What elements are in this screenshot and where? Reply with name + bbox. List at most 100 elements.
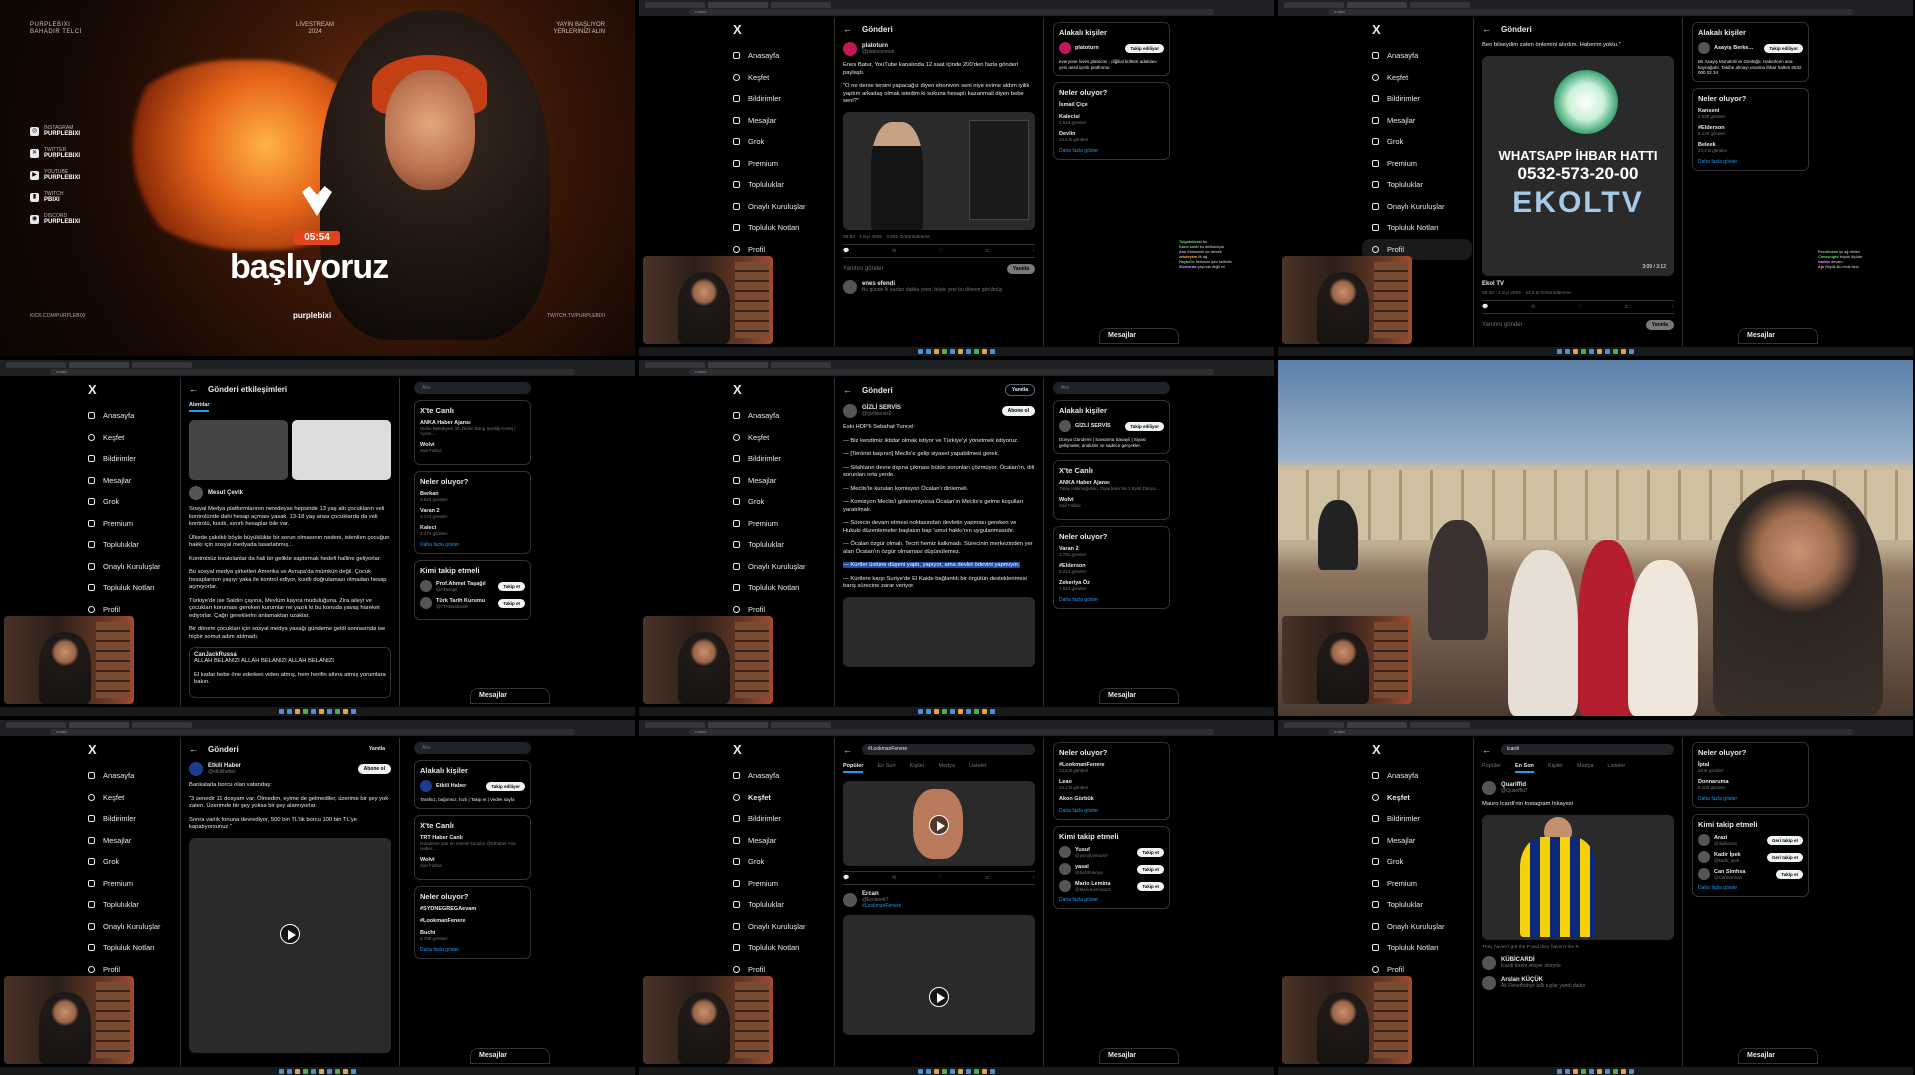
nav-community-notes[interactable]: Topluluk Notları <box>723 217 833 239</box>
follow-button[interactable]: Takip et <box>1137 881 1164 891</box>
nav-messages[interactable]: Mesajlar <box>723 830 833 852</box>
following-button[interactable]: Takip ediliyor <box>486 781 525 791</box>
nav-grok[interactable]: Grok <box>723 131 833 153</box>
suggested-account[interactable]: Prof.Ahmet Taşağıl @ATasagil Takip et <box>420 580 525 592</box>
nav-verified-orgs[interactable]: Onaylı Kuruluşlar <box>78 556 188 578</box>
following-button[interactable]: Takip ediliyor <box>1125 421 1164 431</box>
back-arrow-icon[interactable]: ← <box>189 384 198 394</box>
search-input[interactable]: Ara <box>414 742 531 754</box>
search-input[interactable]: Ara <box>1053 382 1170 394</box>
nav-home[interactable]: Anasayfa <box>78 765 188 787</box>
show-more-link[interactable]: Daha fazla göster <box>1698 796 1803 802</box>
tab-latest[interactable]: En Son <box>877 763 895 773</box>
reply-item[interactable]: enes efendi Bu günde ki yazları dakka yet… <box>843 279 1035 294</box>
nav-home[interactable]: Anasayfa <box>1362 45 1472 67</box>
avatar[interactable] <box>1482 975 1496 990</box>
repost-icon[interactable]: ⟲ <box>892 248 896 254</box>
bookmark-icon[interactable]: ⊏ <box>986 875 990 881</box>
nav-verified-orgs[interactable]: Onaylı Kuruluşlar <box>723 556 833 578</box>
nav-premium[interactable]: Premium <box>1362 153 1472 175</box>
play-icon[interactable] <box>280 923 300 944</box>
post-author[interactable]: GİZLİ SERVİS @gizliservis0 Abone ol <box>843 404 1035 418</box>
reply-composer[interactable]: Yanıtını gönder Yanıtla <box>1482 314 1674 336</box>
trend-item[interactable]: Kalecisi 2.519 gönderi <box>1059 114 1164 125</box>
nav-premium[interactable]: Premium <box>723 153 833 175</box>
tab-people[interactable]: Kişiler <box>1548 763 1563 773</box>
like-icon[interactable]: ♡ <box>939 248 943 254</box>
reply-button[interactable]: Yanıtla <box>363 744 391 754</box>
trend-item[interactable]: #Elderson 6.214 gönderi <box>1059 563 1164 574</box>
show-more-link[interactable]: Daha fazla göster <box>1059 148 1164 154</box>
avatar[interactable] <box>843 893 857 907</box>
nav-grok[interactable]: Grok <box>1362 851 1472 873</box>
nav-community-notes[interactable]: Topluluk Notları <box>1362 937 1472 959</box>
show-more-link[interactable]: Daha fazla göster <box>420 947 525 953</box>
avatar[interactable] <box>843 279 857 294</box>
nav-community-notes[interactable]: Topluluk Notları <box>723 577 833 599</box>
live-item[interactable]: Wolvi Sait Futbol <box>420 442 525 453</box>
nav-premium[interactable]: Premium <box>78 513 188 535</box>
nav-home[interactable]: Anasayfa <box>723 405 833 427</box>
subscribe-button[interactable]: Abone ol <box>357 764 391 774</box>
x-logo-icon[interactable]: X <box>88 382 188 397</box>
nav-notifications[interactable]: Bildirimler <box>1362 88 1472 110</box>
reply-icon[interactable]: 💬 <box>843 875 849 881</box>
trend-item[interactable]: Kanseni 2.026 gönderi <box>1698 108 1803 119</box>
relevant-person[interactable]: platoturn Takip ediliyor <box>1059 42 1164 54</box>
avatar[interactable] <box>1059 42 1071 54</box>
quoted-post[interactable]: CanJackRussa ALLAH BELANIZI ALLAH BELANI… <box>189 647 391 698</box>
x-logo-icon[interactable]: X <box>733 742 833 757</box>
back-arrow-icon[interactable]: ← <box>843 24 852 34</box>
nav-messages[interactable]: Mesajlar <box>1362 110 1472 132</box>
nav-communities[interactable]: Topluluklar <box>78 534 188 556</box>
follow-button[interactable]: Takip et <box>1137 864 1164 874</box>
post-author[interactable]: Etkili Haber @etkilihaber Abone ol <box>189 762 391 776</box>
selected-text[interactable]: — Kürtler üstüne düşeni yaptı, yapıyor, … <box>843 562 1020 568</box>
follow-button[interactable]: Takip et <box>1137 847 1164 857</box>
nav-messages[interactable]: Mesajlar <box>723 110 833 132</box>
show-more-link[interactable]: Daha fazla göster <box>1059 597 1164 603</box>
avatar[interactable] <box>420 580 432 592</box>
nav-grok[interactable]: Grok <box>723 851 833 873</box>
post-author[interactable]: Quariffid @Quariffid7 <box>1482 781 1674 795</box>
follow-back-button[interactable]: Geri takip et <box>1766 835 1803 845</box>
trend-item[interactable]: Varan 2 3.781 gönderi <box>1059 546 1164 557</box>
search-input[interactable]: icardi <box>1501 744 1674 755</box>
share-icon[interactable]: ↑ <box>1672 304 1675 310</box>
avatar[interactable] <box>420 597 432 609</box>
post-author[interactable]: KÜBİCARDİ İcardi toreni eikiyer storyde <box>1482 955 1674 970</box>
nav-verified-orgs[interactable]: Onaylı Kuruluşlar <box>1362 916 1472 938</box>
post-author[interactable]: Arslan KÜÇÜK Ak Fenerbahçe adlı tuşlar ya… <box>1482 975 1674 990</box>
repost-icon[interactable]: ⟲ <box>892 875 896 881</box>
nav-messages[interactable]: Mesajlar <box>723 470 833 492</box>
bookmark-icon[interactable]: ⊏ <box>986 248 990 254</box>
relevant-person[interactable]: Asayiş Berke... Takip ediliyor <box>1698 42 1803 54</box>
avatar[interactable] <box>1059 420 1071 432</box>
nav-messages[interactable]: Mesajlar <box>78 830 188 852</box>
suggested-account[interactable]: Türk Tarih Kurumu @TTKBaskanlik Takip et <box>420 597 525 609</box>
post-author[interactable]: platoturn @platocomedi <box>843 42 1035 56</box>
nav-notifications[interactable]: Bildirimler <box>723 88 833 110</box>
nav-grok[interactable]: Grok <box>78 851 188 873</box>
avatar[interactable] <box>1059 880 1071 892</box>
x-logo-icon[interactable]: X <box>88 742 188 757</box>
tab-popular[interactable]: Popüler <box>1482 763 1501 773</box>
like-icon[interactable]: ♡ <box>939 875 943 881</box>
messages-drawer[interactable]: Mesajlar <box>470 688 550 704</box>
nav-messages[interactable]: Mesajlar <box>1362 830 1472 852</box>
nav-communities[interactable]: Topluluklar <box>1362 894 1472 916</box>
messages-drawer[interactable]: Mesajlar <box>470 1048 550 1064</box>
nav-communities[interactable]: Topluluklar <box>1362 174 1472 196</box>
tab-lists[interactable]: Listeler <box>1607 763 1625 773</box>
following-button[interactable]: Takip ediliyor <box>1125 43 1164 53</box>
live-item[interactable]: Wolvi Sait Futbol <box>1059 497 1164 508</box>
tab-popular[interactable]: Popüler <box>843 763 864 773</box>
suggested-account[interactable]: Mario Lemina @MarioLemina13 Takip et <box>1059 880 1164 892</box>
trend-item[interactable]: Varan 2 4.171 gönderi <box>420 508 525 519</box>
trend-item[interactable]: Berkan 3.823 gönderi <box>420 491 525 502</box>
nav-grok[interactable]: Grok <box>723 491 833 513</box>
repost-icon[interactable]: ⟲ <box>1531 304 1535 310</box>
reply-composer[interactable]: Yanıtını gönder Yanıtla <box>843 258 1035 280</box>
nav-explore[interactable]: Keşfet <box>723 787 833 809</box>
post-image[interactable] <box>843 111 1035 230</box>
